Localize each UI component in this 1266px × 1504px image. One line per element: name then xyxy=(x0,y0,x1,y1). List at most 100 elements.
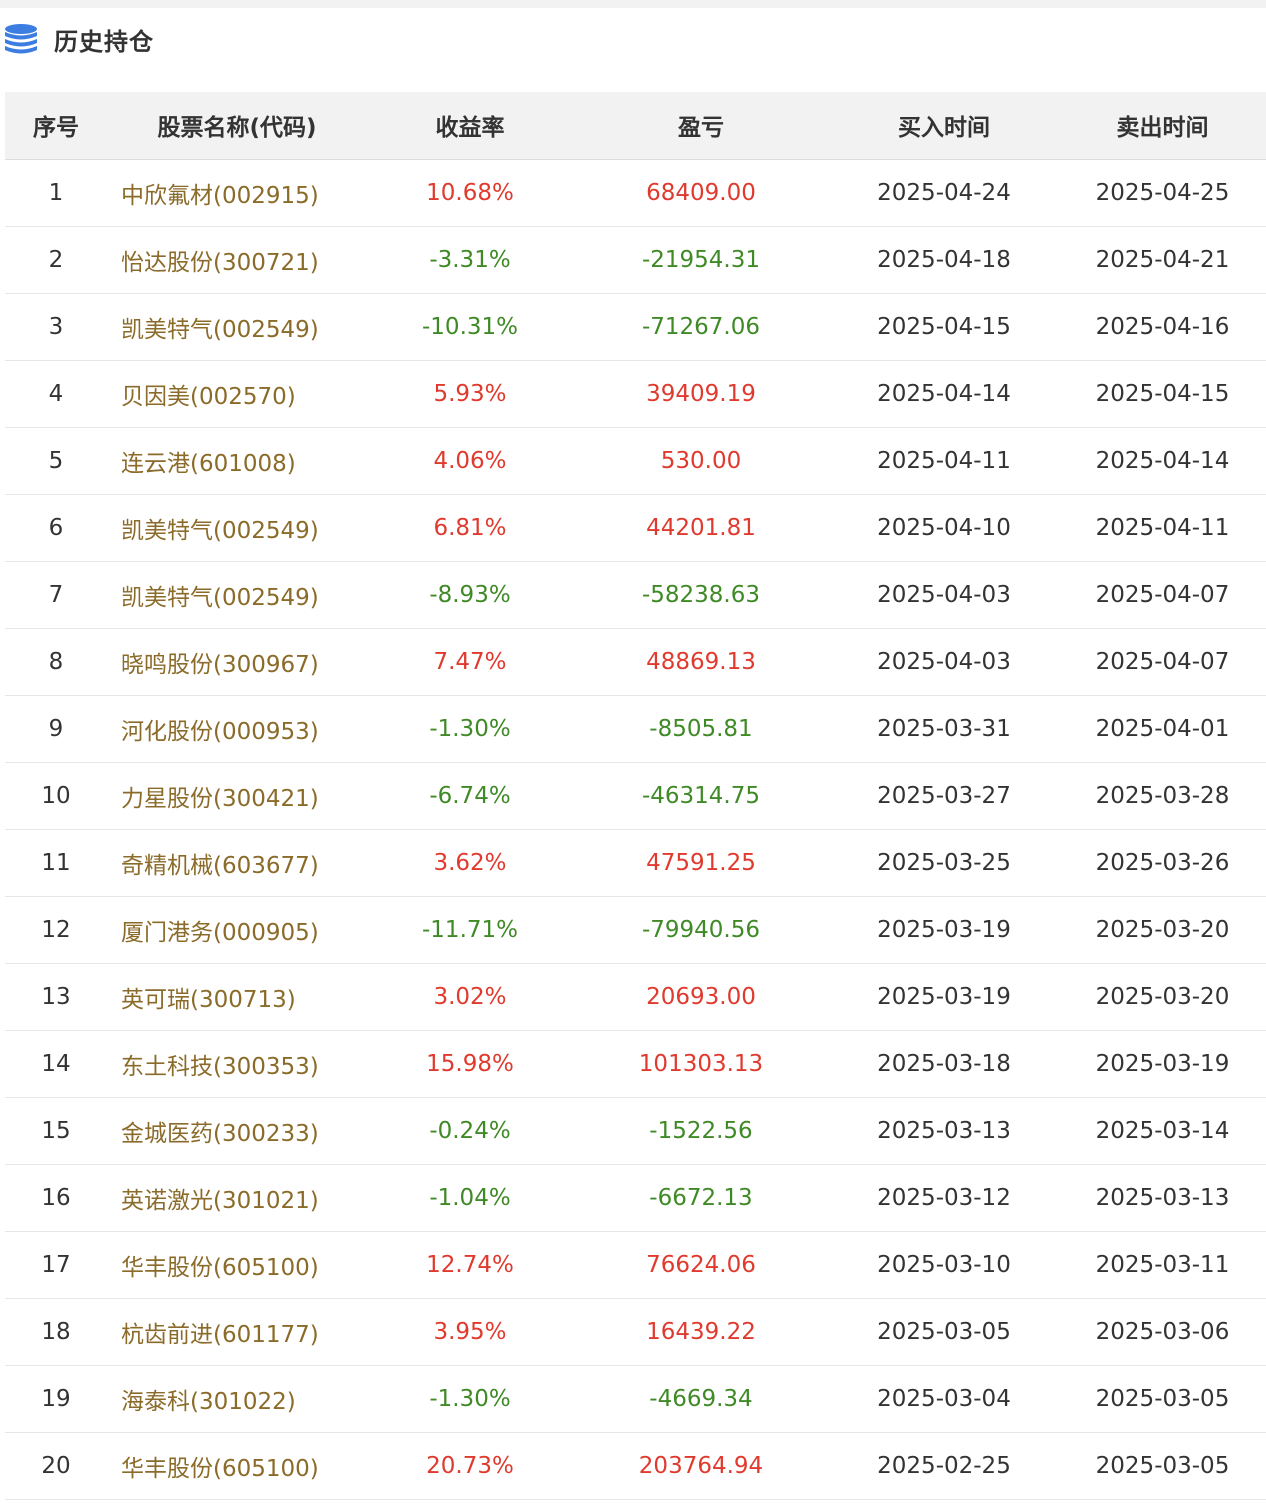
return-rate: 10.68% xyxy=(367,159,573,227)
sell-date: 2025-04-15 xyxy=(1059,360,1266,428)
stock-name-link[interactable]: 华丰股份(605100) xyxy=(107,1231,367,1299)
stock-name-link[interactable]: 贝因美(002570) xyxy=(107,360,367,428)
sell-date: 2025-03-26 xyxy=(1059,829,1266,897)
return-rate: -1.04% xyxy=(367,1164,573,1232)
history-table-container: 序号 股票名称(代码) 收益率 盈亏 买入时间 卖出时间 1 中欣氟材(00291… xyxy=(5,92,1266,1500)
stock-name-link[interactable]: 东土科技(300353) xyxy=(107,1030,367,1098)
stock-name-link[interactable]: 凯美特气(002549) xyxy=(107,293,367,361)
stock-name-link[interactable]: 连云港(601008) xyxy=(107,427,367,495)
stock-name-link[interactable]: 厦门港务(000905) xyxy=(107,896,367,964)
sell-date: 2025-04-11 xyxy=(1059,494,1266,562)
buy-date: 2025-03-27 xyxy=(829,762,1059,830)
top-strip xyxy=(0,0,1266,8)
history-holdings-table: 序号 股票名称(代码) 收益率 盈亏 买入时间 卖出时间 1 中欣氟材(00291… xyxy=(5,92,1266,1500)
stock-name-link[interactable]: 怡达股份(300721) xyxy=(107,226,367,294)
sell-date: 2025-03-06 xyxy=(1059,1298,1266,1366)
buy-date: 2025-02-25 xyxy=(829,1432,1059,1500)
row-number: 8 xyxy=(5,628,107,696)
buy-date: 2025-04-24 xyxy=(829,159,1059,227)
profit-loss: 20693.00 xyxy=(573,963,829,1031)
sell-date: 2025-03-20 xyxy=(1059,963,1266,1031)
sell-date: 2025-04-16 xyxy=(1059,293,1266,361)
buy-date: 2025-03-12 xyxy=(829,1164,1059,1232)
sell-date: 2025-04-07 xyxy=(1059,561,1266,629)
profit-loss: 44201.81 xyxy=(573,494,829,562)
sell-date: 2025-04-14 xyxy=(1059,427,1266,495)
stock-name-link[interactable]: 海泰科(301022) xyxy=(107,1365,367,1433)
profit-loss: 101303.13 xyxy=(573,1030,829,1098)
column-header-rate: 收益率 xyxy=(367,92,573,160)
stock-name-link[interactable]: 英可瑞(300713) xyxy=(107,963,367,1031)
stock-name-link[interactable]: 中欣氟材(002915) xyxy=(107,159,367,227)
return-rate: 3.62% xyxy=(367,829,573,897)
stock-name-link[interactable]: 河化股份(000953) xyxy=(107,695,367,763)
return-rate: -11.71% xyxy=(367,896,573,964)
profit-loss: 47591.25 xyxy=(573,829,829,897)
sell-date: 2025-04-07 xyxy=(1059,628,1266,696)
sell-date: 2025-04-21 xyxy=(1059,226,1266,294)
profit-loss: 16439.22 xyxy=(573,1298,829,1366)
table-row: 20 华丰股份(605100) 20.73% 203764.94 2025-02-25 2… xyxy=(5,1432,1266,1500)
buy-date: 2025-04-10 xyxy=(829,494,1059,562)
section-title: 历史持仓 xyxy=(54,28,154,56)
table-row: 15 金城医药(300233) -0.24% -1522.56 2025-03-13 20… xyxy=(5,1097,1266,1165)
buy-date: 2025-03-04 xyxy=(829,1365,1059,1433)
return-rate: 5.93% xyxy=(367,360,573,428)
sell-date: 2025-04-01 xyxy=(1059,695,1266,763)
profit-loss: -46314.75 xyxy=(573,762,829,830)
profit-loss: -21954.31 xyxy=(573,226,829,294)
return-rate: 3.02% xyxy=(367,963,573,1031)
table-row: 19 海泰科(301022) -1.30% -4669.34 2025-03-04 202… xyxy=(5,1365,1266,1433)
return-rate: -10.31% xyxy=(367,293,573,361)
column-header-pnl: 盈亏 xyxy=(573,92,829,160)
stock-name-link[interactable]: 凯美特气(002549) xyxy=(107,561,367,629)
stock-name-link[interactable]: 力星股份(300421) xyxy=(107,762,367,830)
stock-name-link[interactable]: 金城医药(300233) xyxy=(107,1097,367,1165)
buy-date: 2025-03-10 xyxy=(829,1231,1059,1299)
table-header-row: 序号 股票名称(代码) 收益率 盈亏 买入时间 卖出时间 xyxy=(5,92,1266,160)
table-row: 2 怡达股份(300721) -3.31% -21954.31 2025-04-18 20… xyxy=(5,226,1266,294)
buy-date: 2025-04-03 xyxy=(829,628,1059,696)
stock-name-link[interactable]: 凯美特气(002549) xyxy=(107,494,367,562)
buy-date: 2025-04-11 xyxy=(829,427,1059,495)
column-header-no: 序号 xyxy=(5,92,107,160)
return-rate: 15.98% xyxy=(367,1030,573,1098)
buy-date: 2025-03-18 xyxy=(829,1030,1059,1098)
section-header: 历史持仓 xyxy=(0,8,1266,70)
table-row: 17 华丰股份(605100) 12.74% 76624.06 2025-03-10 20… xyxy=(5,1231,1266,1299)
profit-loss: -4669.34 xyxy=(573,1365,829,1433)
row-number: 19 xyxy=(5,1365,107,1433)
stock-name-link[interactable]: 杭齿前进(601177) xyxy=(107,1298,367,1366)
table-row: 7 凯美特气(002549) -8.93% -58238.63 2025-04-03 20… xyxy=(5,561,1266,629)
database-icon xyxy=(5,24,37,54)
profit-loss: 68409.00 xyxy=(573,159,829,227)
sell-date: 2025-03-13 xyxy=(1059,1164,1266,1232)
row-number: 11 xyxy=(5,829,107,897)
buy-date: 2025-04-18 xyxy=(829,226,1059,294)
table-row: 9 河化股份(000953) -1.30% -8505.81 2025-03-31 202… xyxy=(5,695,1266,763)
row-number: 15 xyxy=(5,1097,107,1165)
table-row: 4 贝因美(002570) 5.93% 39409.19 2025-04-14 2025-… xyxy=(5,360,1266,428)
table-row: 6 凯美特气(002549) 6.81% 44201.81 2025-04-10 2025… xyxy=(5,494,1266,562)
row-number: 5 xyxy=(5,427,107,495)
buy-date: 2025-03-13 xyxy=(829,1097,1059,1165)
stock-name-link[interactable]: 英诺激光(301021) xyxy=(107,1164,367,1232)
profit-loss: 48869.13 xyxy=(573,628,829,696)
stock-name-link[interactable]: 奇精机械(603677) xyxy=(107,829,367,897)
row-number: 18 xyxy=(5,1298,107,1366)
return-rate: -0.24% xyxy=(367,1097,573,1165)
sell-date: 2025-03-28 xyxy=(1059,762,1266,830)
row-number: 14 xyxy=(5,1030,107,1098)
sell-date: 2025-03-14 xyxy=(1059,1097,1266,1165)
stock-name-link[interactable]: 晓鸣股份(300967) xyxy=(107,628,367,696)
stock-name-link[interactable]: 华丰股份(605100) xyxy=(107,1432,367,1500)
profit-loss: 39409.19 xyxy=(573,360,829,428)
table-row: 1 中欣氟材(002915) 10.68% 68409.00 2025-04-24 202… xyxy=(5,159,1266,227)
row-number: 2 xyxy=(5,226,107,294)
buy-date: 2025-03-25 xyxy=(829,829,1059,897)
table-row: 11 奇精机械(603677) 3.62% 47591.25 2025-03-25 202… xyxy=(5,829,1266,897)
table-row: 12 厦门港务(000905) -11.71% -79940.56 2025-03-19… xyxy=(5,896,1266,964)
row-number: 7 xyxy=(5,561,107,629)
return-rate: 12.74% xyxy=(367,1231,573,1299)
return-rate: 6.81% xyxy=(367,494,573,562)
